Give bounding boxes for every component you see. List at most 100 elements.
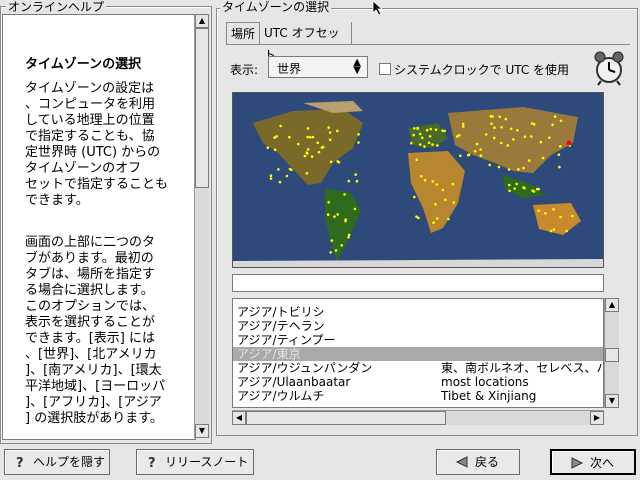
city-dot[interactable] [565, 229, 568, 233]
city-dot[interactable] [415, 158, 418, 162]
world-map[interactable] [232, 92, 604, 268]
city-dot[interactable] [462, 125, 465, 128]
list-item[interactable] [233, 299, 603, 305]
city-dot[interactable] [269, 174, 273, 177]
scroll-down-icon[interactable]: ▼ [195, 424, 209, 438]
city-dot[interactable] [461, 122, 465, 126]
city-dot[interactable] [353, 207, 357, 211]
list-hscroll-thumb[interactable] [246, 411, 446, 425]
city-dot[interactable] [275, 135, 278, 138]
city-dot[interactable] [522, 186, 525, 189]
city-dot[interactable] [336, 160, 339, 163]
city-dot[interactable] [431, 143, 434, 146]
city-dot[interactable] [412, 133, 415, 137]
city-dot[interactable] [484, 133, 488, 136]
city-dot[interactable] [441, 129, 444, 132]
city-dot[interactable] [306, 148, 310, 151]
city-dot[interactable] [347, 235, 350, 239]
city-dot[interactable] [285, 174, 289, 178]
city-dot[interactable] [553, 115, 557, 118]
city-dot[interactable] [559, 215, 562, 219]
city-dot[interactable] [420, 175, 423, 178]
city-dot[interactable] [552, 207, 555, 211]
city-dot[interactable] [418, 143, 422, 146]
city-dot[interactable] [548, 136, 551, 139]
city-dot[interactable] [418, 132, 422, 136]
city-dot[interactable] [306, 127, 310, 130]
city-dot[interactable] [435, 183, 439, 186]
city-dot[interactable] [559, 119, 563, 123]
city-dot[interactable] [523, 135, 527, 138]
city-dot[interactable] [336, 213, 339, 216]
city-dot[interactable] [413, 127, 416, 130]
city-dot[interactable] [305, 151, 309, 154]
city-dot[interactable] [336, 129, 339, 133]
list-item[interactable]: アジア/ウルムチ Tibet & Xinjiang [233, 389, 603, 403]
city-dot[interactable] [347, 233, 351, 237]
city-dot[interactable] [530, 135, 533, 138]
city-dot[interactable] [303, 154, 307, 158]
city-dot[interactable] [459, 154, 462, 158]
city-dot[interactable] [537, 209, 540, 212]
list-scroll-down-icon[interactable]: ▼ [605, 394, 619, 408]
list-item[interactable]: アジア/ティンプー [233, 333, 603, 347]
city-dot[interactable] [493, 126, 496, 129]
list-item[interactable]: アジア/Ulaanbaatar most locations [233, 375, 603, 389]
city-dot[interactable] [479, 154, 483, 157]
city-dot[interactable] [354, 173, 357, 176]
city-dot[interactable] [436, 217, 439, 220]
city-dot[interactable] [410, 141, 413, 145]
city-dot[interactable] [423, 178, 427, 182]
city-dot[interactable] [498, 115, 502, 119]
city-dot[interactable] [305, 172, 309, 175]
release-notes-button[interactable]: ? リリースノート [136, 449, 254, 475]
city-dot[interactable] [308, 135, 312, 139]
city-dot[interactable] [559, 145, 562, 148]
city-dot[interactable] [266, 146, 270, 149]
city-dot[interactable] [429, 127, 433, 131]
city-dot[interactable] [330, 239, 334, 242]
city-dot[interactable] [333, 215, 336, 218]
city-dot[interactable] [431, 180, 435, 183]
city-dot[interactable] [420, 136, 424, 140]
city-dot[interactable] [413, 195, 416, 199]
city-dot[interactable] [357, 141, 360, 144]
city-dot[interactable] [317, 150, 321, 154]
city-dot[interactable] [532, 123, 536, 126]
city-dot[interactable] [327, 126, 330, 129]
city-dot[interactable] [451, 182, 455, 186]
list-hscrollbar[interactable]: ◀ ▶ [232, 410, 604, 425]
city-dot[interactable] [507, 168, 511, 171]
city-dot[interactable] [425, 128, 429, 132]
timezone-list[interactable]: アジア/トビリシ アジア/テヘラン アジア/ティンプー アジア/東京 アジア/ウジュンパ… [232, 298, 604, 408]
city-dot[interactable] [328, 138, 332, 142]
city-dot[interactable] [329, 251, 332, 254]
city-dot[interactable] [512, 138, 515, 141]
city-dot[interactable] [343, 193, 346, 196]
city-dot[interactable] [428, 135, 432, 138]
city-dot[interactable] [455, 135, 459, 138]
city-dot[interactable] [515, 182, 518, 186]
city-dot[interactable] [416, 126, 419, 130]
city-dot[interactable] [473, 149, 477, 153]
city-dot[interactable] [310, 155, 314, 158]
city-dot[interactable] [277, 168, 280, 171]
city-dot[interactable] [509, 127, 513, 131]
city-dot[interactable] [278, 180, 282, 184]
city-dot[interactable] [329, 160, 333, 164]
city-dot[interactable] [558, 165, 561, 169]
selected-city-marker[interactable] [566, 140, 572, 146]
city-dot[interactable] [441, 188, 445, 192]
view-select[interactable]: 世界 ▲ ▼ [268, 56, 368, 78]
city-dot[interactable] [506, 144, 510, 147]
city-dot[interactable] [269, 177, 273, 180]
utc-clock-checkbox[interactable] [379, 63, 391, 75]
city-dot[interactable] [544, 212, 547, 215]
city-dot[interactable] [539, 140, 543, 144]
tab-utc-offset[interactable]: UTC オフセット [260, 22, 352, 62]
city-dot[interactable] [549, 229, 553, 233]
city-dot[interactable] [447, 217, 450, 221]
city-dot[interactable] [537, 187, 540, 191]
city-dot[interactable] [508, 183, 511, 187]
help-scroll-thumb[interactable] [195, 28, 209, 188]
